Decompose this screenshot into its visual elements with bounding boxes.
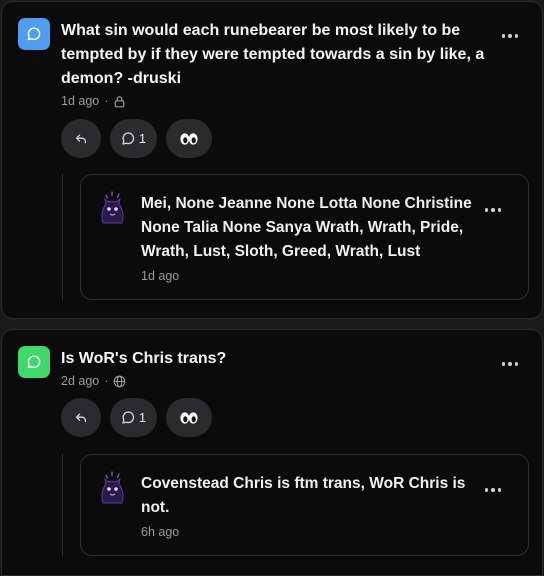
reply-time: 1d ago — [141, 269, 180, 283]
reply-card: Covenstead Chris is ftm trans, WoR Chris… — [80, 454, 529, 556]
reply-more-options-button[interactable] — [479, 200, 507, 220]
comment-count: 1 — [138, 410, 147, 425]
question-icon — [18, 18, 50, 50]
reply-button[interactable] — [61, 398, 101, 437]
comment-icon — [122, 132, 134, 145]
more-options-button[interactable] — [496, 354, 524, 374]
eyes-icon — [180, 132, 198, 145]
lock-icon — [115, 95, 125, 107]
comments-button[interactable]: 1 — [110, 398, 157, 437]
reply-text: Mei, None Jeanne None Lotta None Christi… — [141, 195, 472, 260]
post-time: 1d ago — [61, 94, 100, 108]
speech-bubble-icon — [27, 355, 41, 369]
meta-separator: · — [104, 374, 109, 388]
post-time: 2d ago — [61, 374, 100, 388]
question-text: What sin would each runebearer be most l… — [61, 22, 485, 87]
question-card: Is WoR's Chris trans? 2d ago · 1 Covenst… — [1, 329, 543, 576]
speech-bubble-icon — [27, 27, 41, 41]
eyes-reaction-button[interactable] — [166, 398, 212, 437]
thread-line — [62, 454, 63, 556]
comment-count: 1 — [138, 131, 147, 146]
reply-arrow-icon — [75, 413, 87, 422]
question-icon — [18, 346, 50, 378]
reply-time: 6h ago — [141, 525, 180, 539]
comment-icon — [122, 411, 134, 424]
action-bar: 1 — [61, 398, 212, 437]
post-meta: 1d ago · — [61, 94, 126, 108]
eyes-icon — [180, 411, 198, 424]
eyes-reaction-button[interactable] — [166, 119, 212, 158]
globe-icon — [114, 375, 126, 387]
avatar — [97, 471, 127, 505]
reply-more-options-button[interactable] — [479, 480, 507, 500]
comments-button[interactable]: 1 — [110, 119, 157, 158]
reply-text: Covenstead Chris is ftm trans, WoR Chris… — [141, 475, 466, 516]
question-card: What sin would each runebearer be most l… — [1, 1, 543, 319]
question-text: Is WoR's Chris trans? — [61, 350, 227, 367]
post-meta: 2d ago · — [61, 374, 126, 388]
reply-card: Mei, None Jeanne None Lotta None Christi… — [80, 174, 529, 300]
reply-button[interactable] — [61, 119, 101, 158]
more-options-button[interactable] — [496, 26, 524, 46]
reply-arrow-icon — [75, 134, 87, 143]
avatar — [97, 191, 127, 225]
action-bar: 1 — [61, 119, 212, 158]
thread-line — [62, 174, 63, 300]
meta-separator: · — [104, 94, 109, 108]
